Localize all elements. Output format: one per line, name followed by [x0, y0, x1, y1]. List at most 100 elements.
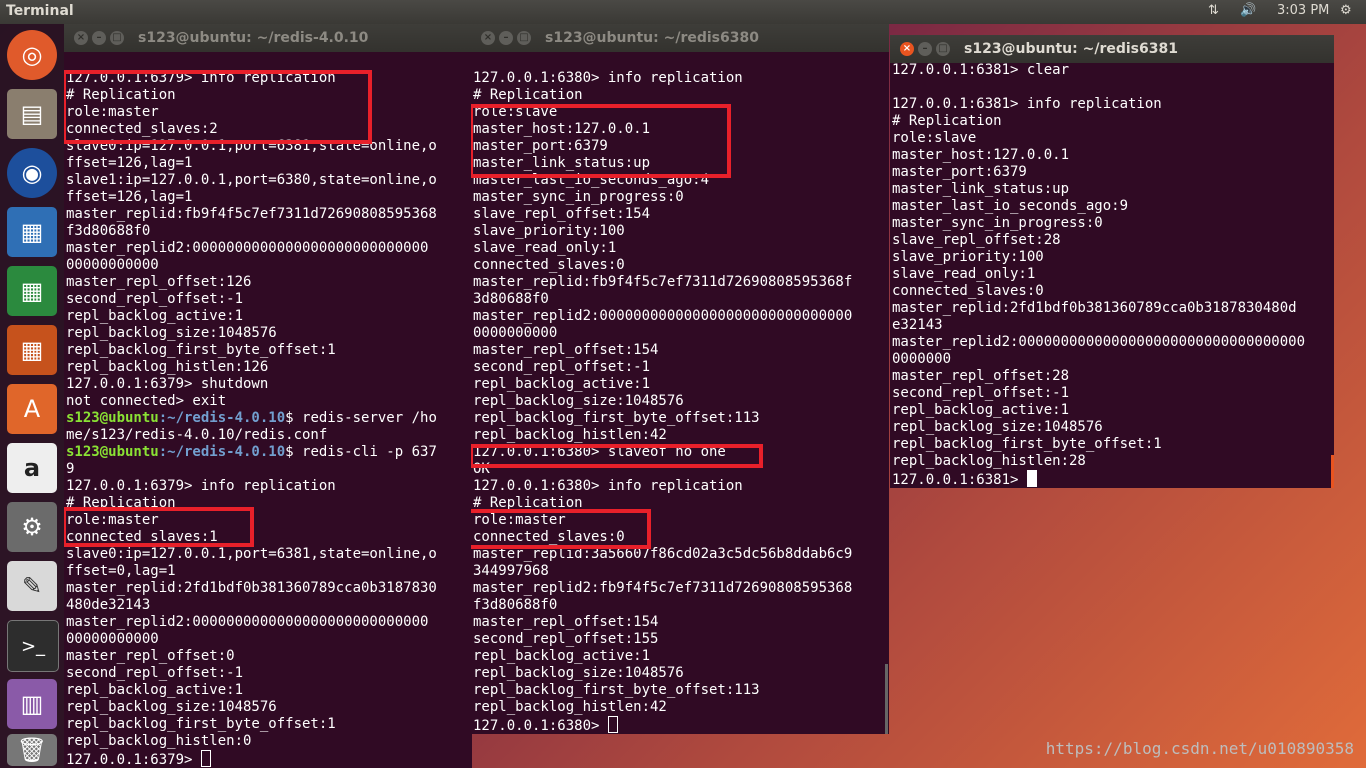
terminal-line: master_replid:fb9f4f5c7ef7311d7269080859…	[473, 274, 853, 290]
maximize-icon[interactable]: □	[110, 31, 124, 45]
terminal-line: master_replid2:0000000000000000000000000…	[892, 334, 1306, 350]
trash-icon[interactable]: 🗑	[7, 734, 57, 766]
terminal-line: # Replication	[892, 113, 1002, 129]
terminal-line: master_last_io_seconds_ago:9	[892, 198, 1129, 214]
app-name: Terminal	[6, 3, 74, 19]
terminal-line: 0000000000	[473, 325, 558, 341]
highlight-box	[471, 104, 731, 178]
terminal-line: 00000000000	[66, 257, 159, 273]
terminal-line: master_repl_offset:126	[66, 274, 252, 290]
ubuntu-dash-icon[interactable]: ◎	[7, 30, 57, 80]
terminal-line: repl_backlog_size:1048576	[66, 325, 277, 341]
title-bar[interactable]: × – □ s123@ubuntu: ~/redis6381	[890, 35, 1334, 63]
terminal-line: second_repl_offset:-1	[473, 359, 651, 375]
terminal-line: repl_backlog_size:1048576	[473, 393, 684, 409]
terminal-line: repl_backlog_active:1	[66, 308, 244, 324]
terminal-line: ​	[892, 79, 1305, 96]
network-arrows-icon[interactable]: ⇅	[1208, 3, 1219, 18]
maximize-icon[interactable]: □	[936, 42, 950, 56]
writer-icon[interactable]: ▦	[7, 207, 57, 257]
terminal-line: master_replid2:0000000000000000000000000…	[66, 240, 429, 256]
terminal-line: 127.0.0.1:6381> clear	[892, 62, 1070, 78]
terminal-line: slave_priority:100	[892, 249, 1044, 265]
terminal-line: 127.0.0.1:6380> info replication	[473, 478, 743, 494]
terminal-window-6379[interactable]: × – □ s123@ubuntu: ~/redis-4.0.10 127.0.…	[64, 24, 472, 768]
terminal-line: role:slave	[892, 130, 977, 146]
terminal-line: master_repl_offset:154	[473, 614, 659, 630]
terminal-line: master_replid2:0000000000000000000000000…	[473, 308, 853, 324]
title-bar[interactable]: × – □ s123@ubuntu: ~/redis6380	[471, 24, 889, 52]
launcher: ◎ ▤ ◉ ▦ ▦ ▦ A a ⚙ ✎ >_ ▥ 🗑	[0, 24, 64, 768]
terminal-line: master_replid:fb9f4f5c7ef7311d7269080859…	[66, 206, 437, 222]
amazon-icon[interactable]: a	[7, 443, 57, 493]
minimize-icon[interactable]: –	[499, 31, 513, 45]
terminal-line: master_link_status:up	[892, 181, 1070, 197]
close-icon[interactable]: ×	[900, 42, 914, 56]
terminal-line: master_replid:2fd1bdf0b381360789cca0b318…	[66, 580, 437, 596]
terminal-line: 127.0.0.1:6379> shutdown	[66, 376, 269, 392]
terminal-output[interactable]: 127.0.0.1:6381> clear​127.0.0.1:6381> in…	[892, 62, 1306, 488]
title-bar[interactable]: × – □ s123@ubuntu: ~/redis-4.0.10	[64, 24, 472, 52]
terminal-line: ffset=0,lag=1	[66, 563, 176, 579]
text-cursor	[200, 750, 211, 767]
terminal-line: master_sync_in_progress:0	[473, 189, 684, 205]
minimize-icon[interactable]: –	[918, 42, 932, 56]
terminal-line: slave0:ip=127.0.0.1,port=6381,state=onli…	[66, 546, 437, 562]
terminal-line: 127.0.0.1:6379>	[66, 750, 437, 768]
terminal-line: second_repl_offset:-1	[66, 291, 244, 307]
terminal-line: master_replid2:0000000000000000000000000…	[66, 614, 429, 630]
highlight-box	[64, 507, 254, 547]
terminal-line: repl_backlog_active:1	[473, 648, 651, 664]
scrollbar[interactable]	[885, 664, 888, 734]
text-cursor	[607, 716, 618, 733]
terminal-line: repl_backlog_first_byte_offset:1	[66, 342, 336, 358]
terminal-line: 127.0.0.1:6381> info replication	[892, 96, 1162, 112]
terminal-line: master_sync_in_progress:0	[892, 215, 1103, 231]
maximize-icon[interactable]: □	[517, 31, 531, 45]
firefox-icon[interactable]: ◉	[7, 148, 57, 198]
workspace-switcher-icon[interactable]: ▥	[7, 679, 57, 729]
terminal-window-6380[interactable]: × – □ s123@ubuntu: ~/redis6380 127.0.0.1…	[471, 24, 889, 734]
terminal-line: 00000000000	[66, 631, 159, 647]
terminal-line: 3d80688f0	[473, 291, 549, 307]
terminal-line: 344997968	[473, 563, 549, 579]
window-title: s123@ubuntu: ~/redis6380	[545, 30, 759, 46]
terminal-icon[interactable]: >_	[7, 620, 59, 672]
terminal-line: repl_backlog_first_byte_offset:113	[473, 410, 760, 426]
terminal-line: slave_read_only:1	[892, 266, 1036, 282]
impress-icon[interactable]: ▦	[7, 325, 57, 375]
system-settings-icon[interactable]: ⚙	[7, 502, 57, 552]
close-icon[interactable]: ×	[74, 31, 88, 45]
calc-icon[interactable]: ▦	[7, 266, 57, 316]
scrollbar[interactable]	[1331, 455, 1334, 488]
terminal-line: second_repl_offset:-1	[66, 665, 244, 681]
terminal-line: repl_backlog_size:1048576	[892, 419, 1103, 435]
terminal-window-6381[interactable]: × – □ s123@ubuntu: ~/redis6381 127.0.0.1…	[890, 35, 1334, 488]
terminal-line: connected_slaves:0	[473, 257, 625, 273]
window-title: s123@ubuntu: ~/redis6381	[964, 41, 1178, 57]
close-icon[interactable]: ×	[481, 31, 495, 45]
software-center-icon[interactable]: A	[7, 384, 57, 434]
terminal-line: f3d80688f0	[66, 223, 151, 239]
terminal-line: me/s123/redis-4.0.10/redis.conf	[66, 427, 328, 443]
files-icon[interactable]: ▤	[7, 89, 57, 139]
volume-icon[interactable]: 🔊	[1240, 3, 1256, 18]
terminal-line: slave_repl_offset:28	[892, 232, 1061, 248]
terminal-line: master_repl_offset:28	[892, 368, 1070, 384]
clock[interactable]: 3:03 PM	[1277, 3, 1329, 18]
terminal-line: 127.0.0.1:6379> info replication	[66, 478, 336, 494]
text-editor-icon[interactable]: ✎	[7, 561, 57, 611]
terminal-line: slave_repl_offset:154	[473, 206, 651, 222]
power-gear-icon[interactable]: ⚙	[1340, 3, 1352, 18]
terminal-output[interactable]: 127.0.0.1:6379> info replication # Replic…	[66, 70, 437, 768]
terminal-line: second_repl_offset:-1	[892, 385, 1070, 401]
terminal-line: e32143	[892, 317, 943, 333]
terminal-line: slave1:ip=127.0.0.1,port=6380,state=onli…	[66, 172, 437, 188]
terminal-line: repl_backlog_first_byte_offset:1	[66, 716, 336, 732]
minimize-icon[interactable]: –	[92, 31, 106, 45]
window-title: s123@ubuntu: ~/redis-4.0.10	[138, 30, 369, 46]
highlight-box	[471, 509, 651, 549]
terminal-line: master_port:6379	[892, 164, 1027, 180]
terminal-line: repl_backlog_first_byte_offset:113	[473, 682, 760, 698]
terminal-line: master_repl_offset:154	[473, 342, 659, 358]
